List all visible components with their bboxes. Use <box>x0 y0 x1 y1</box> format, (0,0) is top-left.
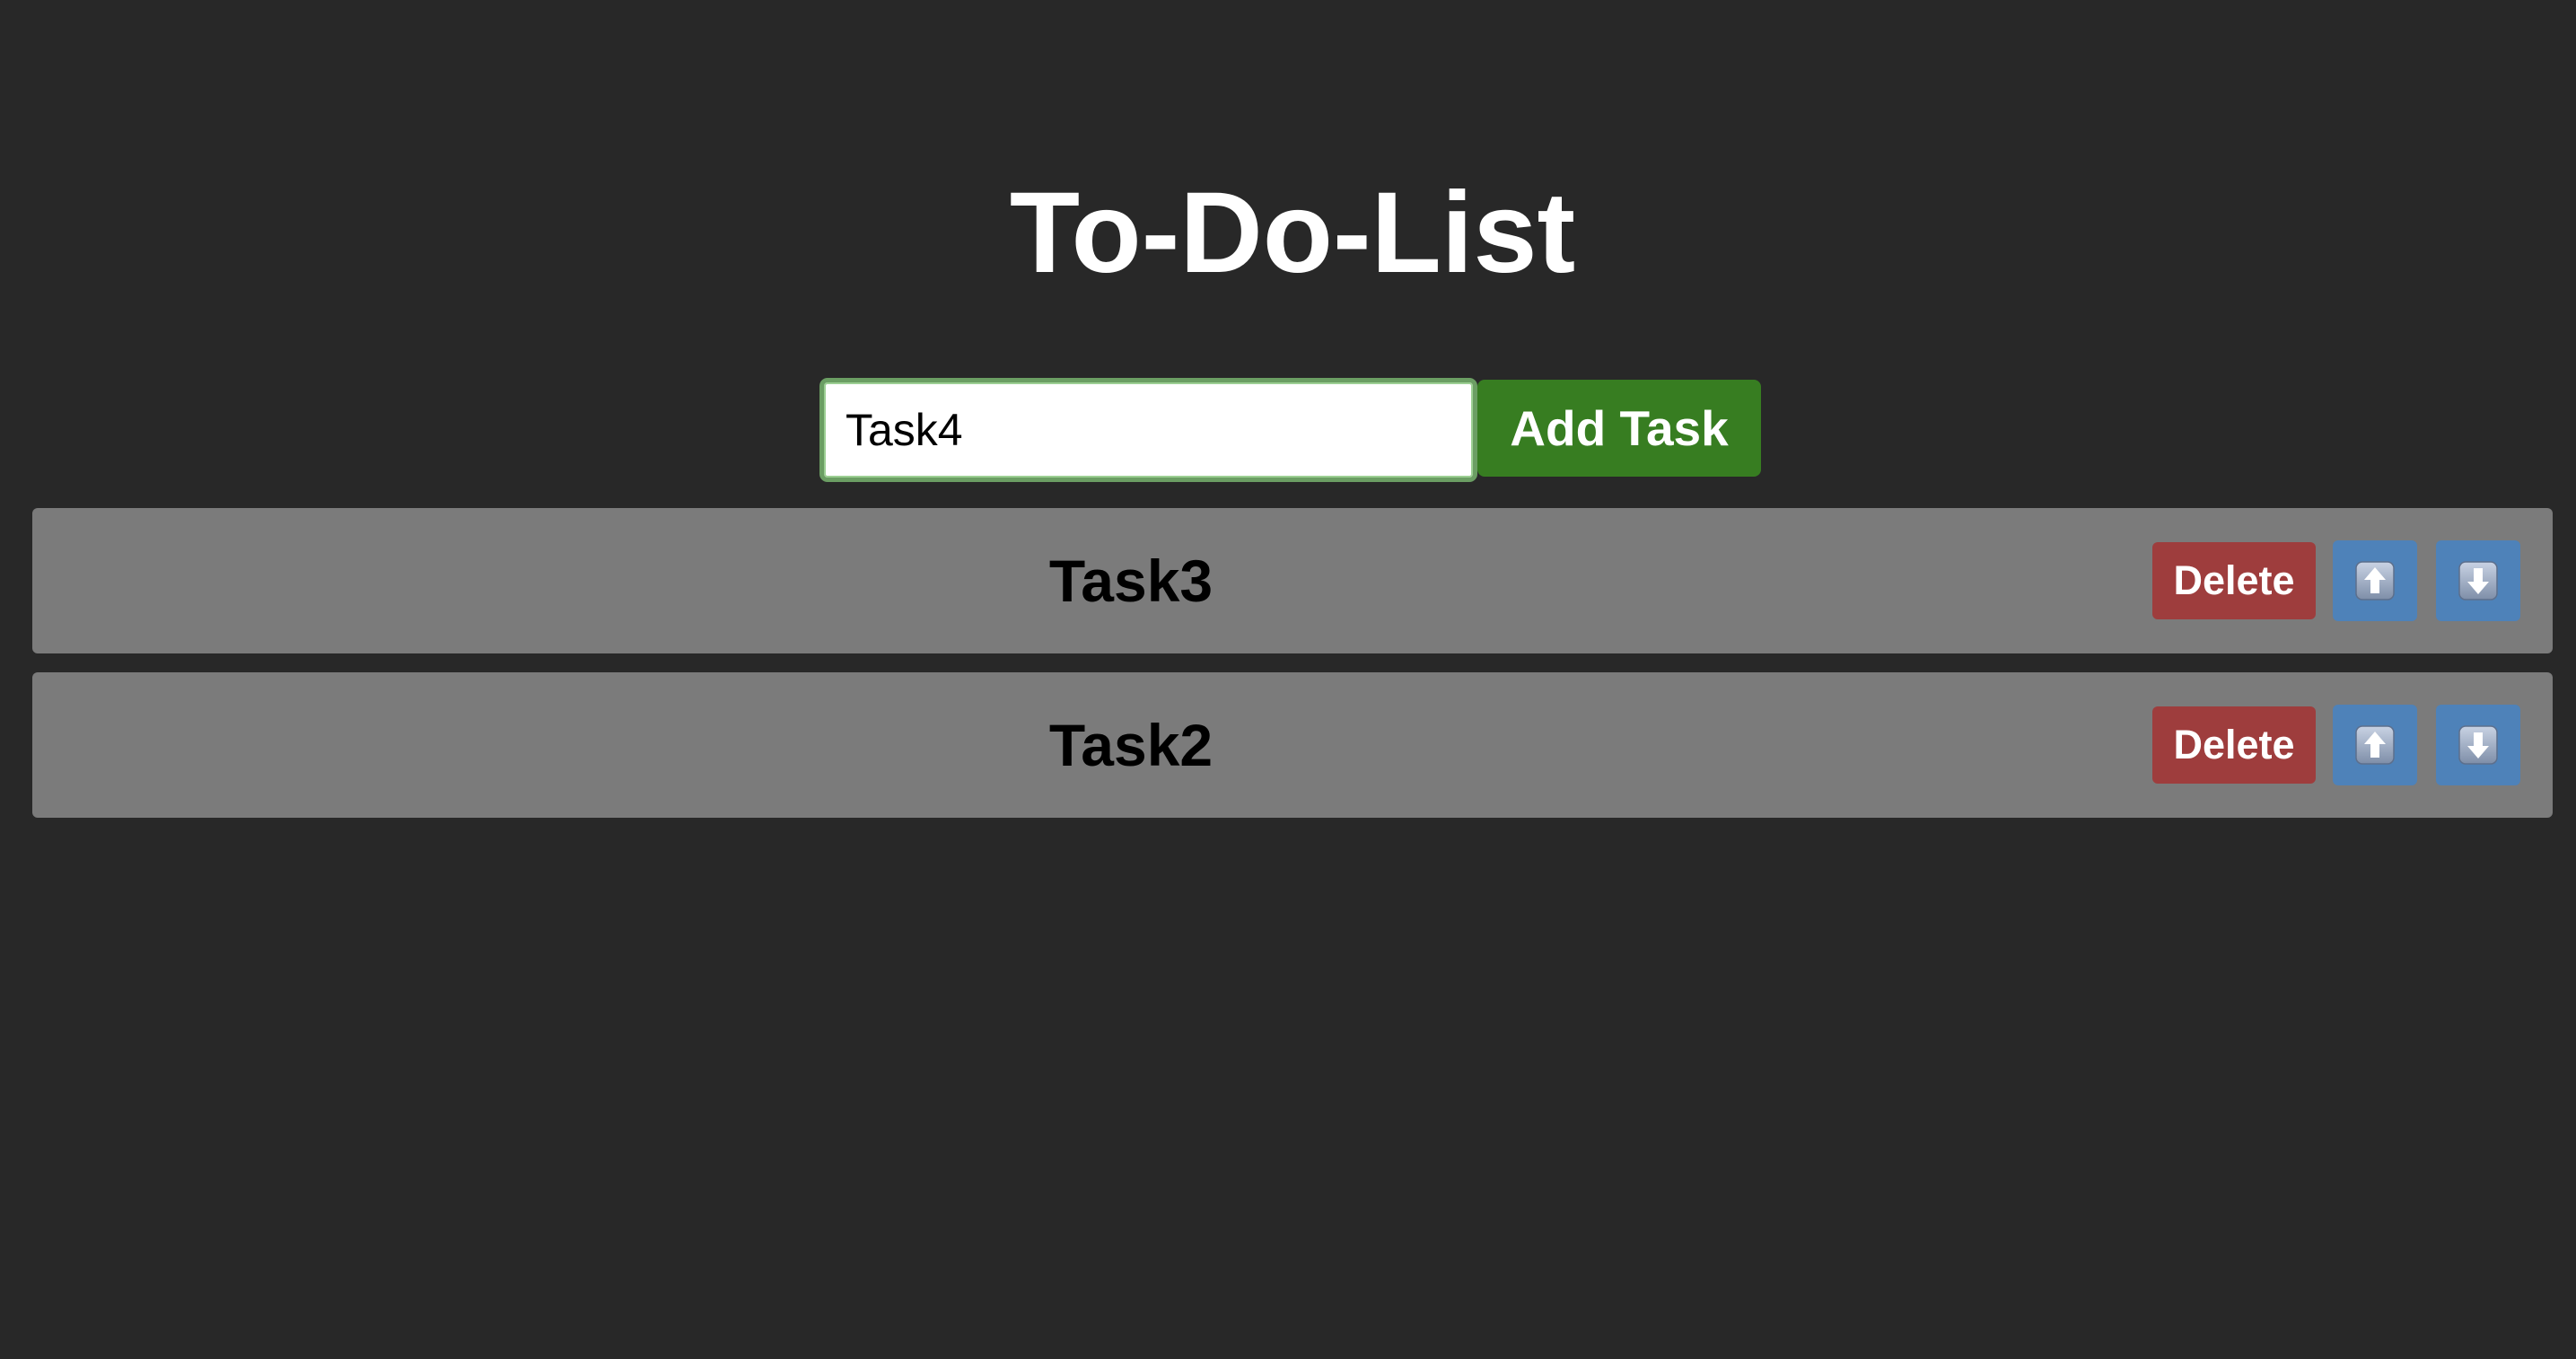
arrow-up-icon <box>2355 561 2395 601</box>
page-title: To-Do-List <box>1009 169 1576 297</box>
task-item: Task3 Delete <box>32 508 2553 653</box>
new-task-input[interactable] <box>819 378 1477 482</box>
move-down-button[interactable] <box>2436 705 2520 785</box>
task-item: Task2 Delete <box>32 672 2553 818</box>
arrow-down-icon <box>2458 561 2498 601</box>
task-label: Task3 <box>1048 548 1214 614</box>
move-up-button[interactable] <box>2333 540 2417 621</box>
delete-task-button[interactable]: Delete <box>2152 706 2316 784</box>
task-label: Task2 <box>1048 712 1214 778</box>
move-down-button[interactable] <box>2436 540 2520 621</box>
delete-task-button[interactable]: Delete <box>2152 542 2316 619</box>
task-list: Task3 Delete Task2 Delete <box>32 508 2553 837</box>
arrow-up-icon <box>2355 725 2395 765</box>
move-up-button[interactable] <box>2333 705 2417 785</box>
add-task-button[interactable]: Add Task <box>1477 380 1761 477</box>
todo-page: To-Do-List Add Task Task3 Delete <box>0 0 2576 1359</box>
arrow-down-icon <box>2458 725 2498 765</box>
